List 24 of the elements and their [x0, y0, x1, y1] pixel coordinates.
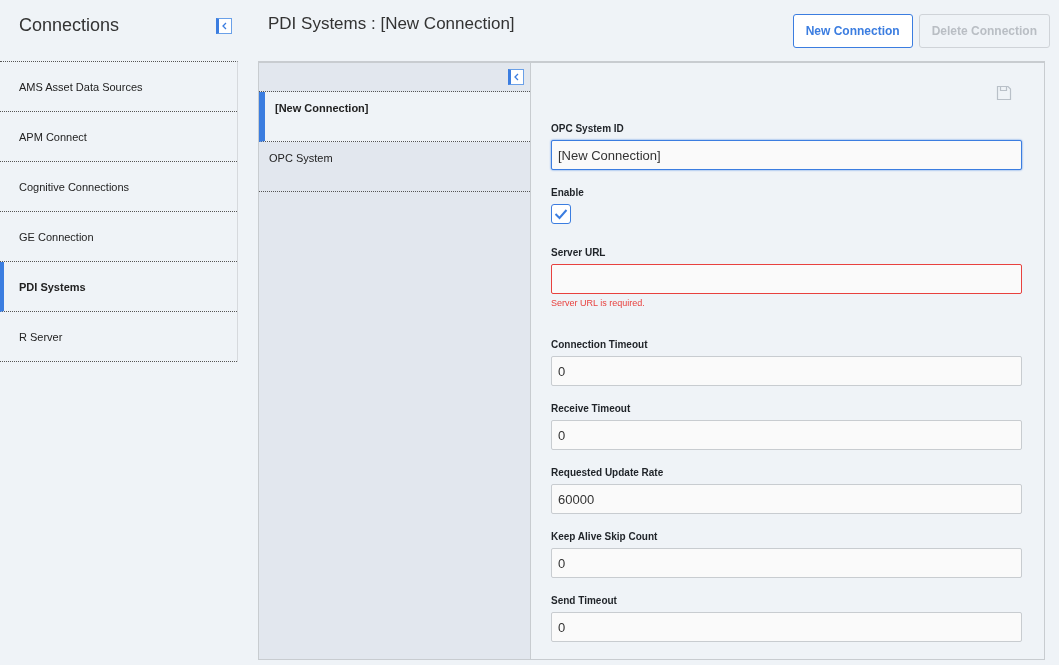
- field-label: OPC System ID: [551, 123, 625, 134]
- input-field[interactable]: 0: [551, 356, 1022, 386]
- field-label: Receive Timeout: [551, 403, 632, 414]
- field-label: Connection Timeout: [551, 339, 649, 350]
- collapse-icon[interactable]: [216, 17, 232, 34]
- field-label: Server URL: [551, 247, 607, 258]
- checkbox[interactable]: [551, 204, 571, 224]
- page-title: PDI Systems : [New Connection]: [267, 13, 515, 34]
- sidebar-item[interactable]: PDI Systems: [0, 262, 237, 312]
- input-field[interactable]: [551, 264, 1022, 294]
- input-field[interactable]: [New Connection]: [551, 140, 1022, 170]
- input-field[interactable]: 0: [551, 420, 1022, 450]
- field-label: Enable: [551, 187, 585, 198]
- input-field[interactable]: 0: [551, 548, 1022, 578]
- record-item[interactable]: [New Connection]: [259, 92, 530, 142]
- collapse-icon[interactable]: [508, 69, 524, 85]
- error-message: Server URL is required.: [551, 298, 646, 308]
- field-label: Requested Update Rate: [551, 467, 665, 478]
- action-button[interactable]: New Connection: [792, 14, 913, 48]
- input-field[interactable]: 0: [551, 612, 1022, 642]
- input-field[interactable]: 60000: [551, 484, 1022, 514]
- field-label: Keep Alive Skip Count: [551, 531, 659, 542]
- sidebar-title: Connections: [19, 15, 120, 36]
- field-label: Send Timeout: [551, 595, 618, 606]
